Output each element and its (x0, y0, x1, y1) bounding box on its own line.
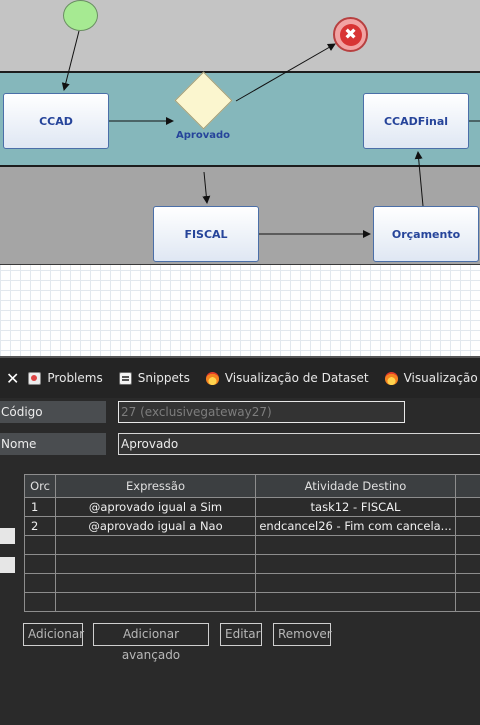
problems-icon (28, 371, 42, 385)
gateway-label: Aprovado (176, 130, 230, 141)
task-label: CCADFinal (383, 114, 449, 128)
cell-orc: 1 (24, 497, 56, 517)
table-row-empty[interactable] (24, 554, 480, 574)
task-ccad[interactable]: CCAD (3, 93, 109, 149)
task-label: FISCAL (184, 227, 228, 241)
cell-extra (455, 497, 480, 517)
flame-icon (384, 371, 398, 385)
adicionar-button[interactable]: Adicionar (23, 623, 84, 646)
column-header-orc[interactable]: Orc (24, 474, 56, 498)
cell-atividade-destino: task12 - FISCAL (255, 497, 456, 517)
tab-label: Snippets (137, 371, 190, 385)
flow-gateway-to-fiscal (202, 171, 211, 204)
table-header-row: Orc Expressão Atividade Destino (24, 474, 480, 498)
table-row[interactable]: 2 @aprovado igual a Nao endcancel26 - Fi… (24, 516, 480, 536)
table-row-empty[interactable] (24, 592, 480, 612)
tab-label: Visualização de Serviços (403, 371, 480, 385)
sequence-flows (61, 30, 480, 238)
side-handle[interactable] (0, 557, 15, 573)
flow-start-to-ccad (61, 30, 80, 91)
cell-expressao: @aprovado igual a Nao (55, 516, 256, 536)
table-row-empty[interactable] (24, 573, 480, 593)
table-row[interactable]: 1 @aprovado igual a Sim task12 - FISCAL (24, 497, 480, 517)
column-header-expressao[interactable]: Expressão (55, 474, 256, 498)
task-orcamento[interactable]: Orçamento (373, 206, 479, 262)
bottom-tab-bar: ✕ Problems Snippets Visualização de Data… (0, 356, 480, 398)
tab-snippets[interactable]: Snippets (116, 358, 193, 398)
nome-field[interactable]: Aprovado (118, 433, 480, 455)
codigo-field: 27 (exclusivegateway27) (118, 401, 405, 423)
properties-panel: Código 27 (exclusivegateway27) Nome Apro… (0, 398, 480, 725)
cell-atividade-destino: endcancel26 - Fim com cancela... (255, 516, 456, 536)
cell-extra (455, 516, 480, 536)
side-handle[interactable] (0, 528, 15, 544)
conditions-table: Orc Expressão Atividade Destino 1 @aprov… (24, 474, 480, 612)
flow-orcamento-to-ccadfinal (414, 151, 424, 207)
task-ccadfinal[interactable]: CCADFinal (363, 93, 469, 149)
task-label: Orçamento (391, 227, 461, 241)
snippets-icon (118, 371, 132, 385)
cell-expressao: @aprovado igual a Sim (55, 497, 256, 517)
tab-problems[interactable]: Problems (25, 358, 105, 398)
process-diagram-canvas[interactable]: ✖ CCAD Aprovado CCADFinal FISCAL Orçamen… (0, 0, 480, 356)
column-header-extra[interactable] (455, 474, 480, 498)
close-icon[interactable]: ✕ (0, 369, 25, 388)
bpm-editor-window: ✖ CCAD Aprovado CCADFinal FISCAL Orçamen… (0, 0, 480, 725)
editar-button[interactable]: Editar (220, 623, 262, 646)
start-event[interactable] (63, 0, 98, 31)
remover-button[interactable]: Remover (273, 623, 332, 646)
tab-services-view[interactable]: Visualização de Serviços (382, 358, 480, 398)
close-icon: ✖ (339, 23, 362, 46)
end-event-cancel[interactable]: ✖ (333, 17, 368, 52)
task-fiscal[interactable]: FISCAL (153, 206, 259, 262)
flow-gateway-to-end (235, 43, 336, 102)
codigo-label: Código (0, 401, 106, 423)
task-label: CCAD (39, 114, 73, 128)
tab-label: Visualização de Dataset (224, 371, 369, 385)
tab-label: Problems (47, 371, 103, 385)
cell-orc: 2 (24, 516, 56, 536)
table-row-empty[interactable] (24, 535, 480, 555)
tab-dataset-view[interactable]: Visualização de Dataset (203, 358, 372, 398)
flame-icon (205, 371, 219, 385)
adicionar-avancado-button[interactable]: Adicionar avançado (93, 623, 209, 662)
column-header-atividade-destino[interactable]: Atividade Destino (255, 474, 456, 498)
nome-label: Nome (0, 433, 106, 455)
